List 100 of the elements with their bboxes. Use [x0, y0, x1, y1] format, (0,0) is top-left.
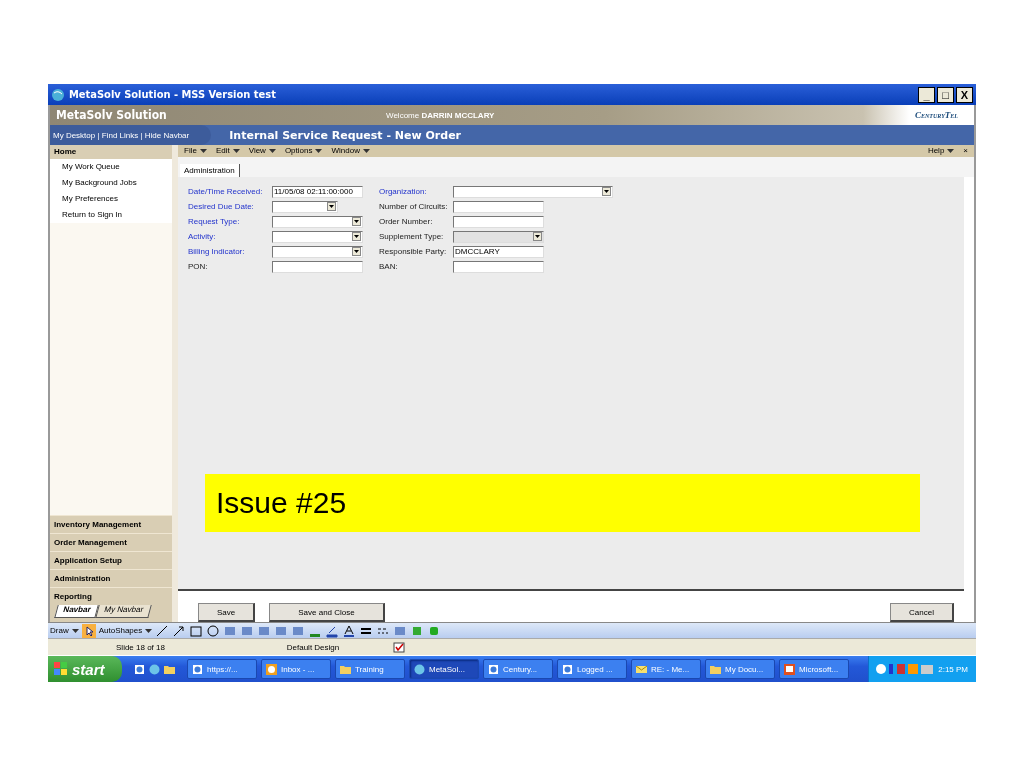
caret-icon	[362, 148, 370, 153]
caret-icon	[145, 628, 153, 633]
rectangle-icon[interactable]	[189, 623, 204, 638]
nav-link[interactable]: Find Links	[101, 130, 139, 140]
sidebar-item[interactable]: My Background Jobs	[50, 175, 172, 191]
oval-icon[interactable]	[206, 623, 221, 638]
folder-icon	[710, 663, 721, 675]
tab[interactable]: Administration	[180, 163, 240, 177]
date-dropdown-field[interactable]	[272, 200, 338, 213]
draw-menu[interactable]: Draw	[50, 626, 79, 635]
text-field[interactable]	[453, 200, 544, 213]
nav-link[interactable]: My Desktop	[53, 130, 96, 140]
dropdown-arrow-icon	[352, 247, 361, 257]
presentation-icon	[784, 663, 795, 675]
browser-icon	[192, 663, 203, 675]
link-separator: |	[139, 130, 144, 140]
save-and-close-button[interactable]: Save and Close	[269, 603, 385, 622]
sidebar-section[interactable]: Administration	[50, 569, 172, 587]
navbar-tab[interactable]: My Navbar	[95, 605, 152, 618]
quick-launch-icon[interactable]	[164, 663, 175, 675]
spell-check-icon	[393, 641, 405, 653]
taskbar-button[interactable]: My Docu...	[705, 659, 775, 679]
dropdown-arrow-icon	[602, 187, 611, 197]
arrow-icon[interactable]	[172, 623, 187, 638]
field-label: Number of Circuits:	[379, 202, 449, 212]
sidebar-section[interactable]: Inventory Management	[50, 515, 172, 533]
menu-item[interactable]: Options	[284, 146, 323, 156]
field-label: Activity:	[188, 232, 217, 242]
text-field[interactable]: DMCCLARY	[453, 245, 544, 258]
cursor-icon[interactable]	[81, 623, 96, 638]
slide-counter: Slide 18 of 18	[115, 642, 166, 652]
folder-icon	[340, 663, 351, 675]
text-field[interactable]: 11/05/08 02:11:00:000	[272, 185, 363, 198]
menu-item[interactable]: Window	[331, 146, 370, 156]
issue-callout: Issue #25	[205, 473, 920, 532]
dropdown-field[interactable]	[272, 245, 363, 258]
dropdown-field[interactable]	[453, 185, 613, 198]
tray-icons-drawing[interactable]	[875, 663, 936, 675]
taskbar-button[interactable]: Logged ...	[557, 659, 627, 679]
sidebar-header[interactable]: Home	[50, 145, 172, 159]
text-field[interactable]	[453, 215, 544, 228]
taskbar-button[interactable]: https://...	[187, 659, 257, 679]
field-label: Organization:	[379, 187, 428, 197]
envelope-icon	[636, 663, 647, 675]
sidebar-section[interactable]: Order Management	[50, 533, 172, 551]
field-label: Date/Time Received:	[188, 187, 264, 197]
taskbar-button[interactable]: RE: - Me...	[631, 659, 701, 679]
cancel-button[interactable]: Cancel	[890, 603, 954, 622]
caret-icon	[71, 628, 79, 633]
quick-launch-icon[interactable]	[134, 663, 145, 675]
text-field[interactable]	[453, 260, 544, 273]
menu-item[interactable]: View	[248, 146, 276, 156]
autoshapes-menu[interactable]: AutoShapes	[98, 626, 153, 635]
welcome-text: Welcome DARRIN MCCLARY	[386, 110, 496, 120]
app-name: MetaSolv Solution	[55, 108, 168, 122]
field-label: Request Type:	[188, 217, 241, 227]
menu-item[interactable]: Edit	[215, 146, 240, 156]
caret-icon	[268, 148, 276, 153]
close-button[interactable]: X	[956, 86, 973, 103]
sidebar-item[interactable]: My Work Queue	[50, 159, 172, 175]
quick-launch-icon[interactable]	[149, 663, 160, 675]
nav-link[interactable]: Hide Navbar	[144, 130, 190, 140]
browser-icon	[488, 663, 499, 675]
page-title: Internal Service Request - New Order	[229, 128, 462, 142]
browser-icon	[562, 663, 573, 675]
dropdown-field[interactable]	[272, 230, 363, 243]
field-label: Billing Indicator:	[188, 247, 246, 257]
design-name: Default Design	[285, 642, 341, 652]
sidebar-section[interactable]: Application Setup	[50, 551, 172, 569]
taskbar-button[interactable]: Inbox - ...	[261, 659, 331, 679]
line-icon[interactable]	[155, 623, 170, 638]
field-label: Responsible Party:	[379, 247, 448, 257]
taskbar-button[interactable]: Training	[335, 659, 405, 679]
taskbar-button[interactable]: Century...	[483, 659, 553, 679]
sidebar-section[interactable]: Reporting	[50, 587, 172, 605]
dropdown-arrow-icon	[352, 217, 361, 227]
maximize-button[interactable]: □	[937, 86, 954, 103]
minimize-button[interactable]: _	[918, 86, 935, 103]
field-label: PON:	[188, 262, 209, 272]
menu-item[interactable]: File	[184, 146, 207, 156]
font-color-icon[interactable]	[342, 623, 357, 638]
caret-icon	[947, 148, 955, 153]
text-field[interactable]	[272, 260, 363, 273]
globe-icon	[51, 87, 65, 102]
navbar-tab[interactable]: Navbar	[54, 605, 99, 618]
company-logo: CenturyTel	[914, 110, 959, 120]
menu-item[interactable]: Help	[927, 146, 955, 156]
caret-icon	[232, 148, 240, 153]
sidebar-item[interactable]: My Preferences	[50, 191, 172, 207]
taskbar-button[interactable]: Microsoft...	[779, 659, 849, 679]
taskbar-button[interactable]: MetaSol...	[409, 659, 479, 679]
dropdown-arrow-icon	[533, 232, 542, 242]
close-button[interactable]: ×	[963, 146, 968, 156]
sidebar-item[interactable]: Return to Sign In	[50, 207, 172, 223]
field-label: Order Number:	[379, 217, 434, 227]
dropdown-arrow-icon	[352, 232, 361, 242]
field-label: Desired Due Date:	[188, 202, 255, 212]
dropdown-field[interactable]	[272, 215, 363, 228]
save-button[interactable]: Save	[198, 603, 256, 622]
globe-icon	[414, 663, 425, 675]
